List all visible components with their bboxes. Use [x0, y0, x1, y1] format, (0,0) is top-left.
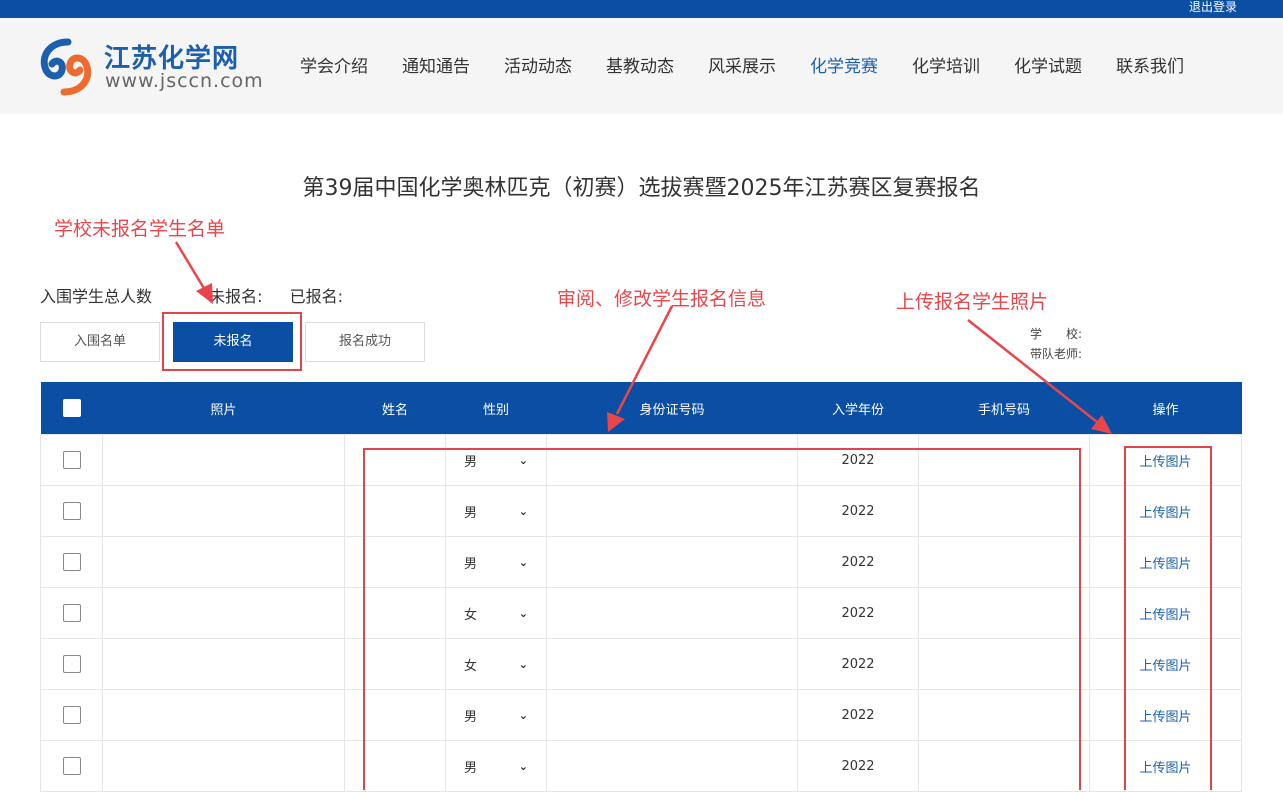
stats-bar: 入围学生总人数 未报名: 已报名: [40, 283, 365, 307]
nav-item-activities[interactable]: 活动动态 [504, 54, 572, 82]
nav-item-about[interactable]: 学会介绍 [300, 54, 368, 82]
site-logo[interactable]: 江苏化学网 www.jsccn.com [36, 38, 276, 98]
main-nav: 学会介绍 通知通告 活动动态 基教动态 风采展示 化学竞赛 化学培训 化学试题 … [300, 54, 1184, 82]
annotation-unregistered-list: 学校未报名学生名单 [54, 218, 226, 240]
highlight-box-unregistered-tab [162, 312, 302, 371]
photo-cell [102, 740, 345, 792]
page-title: 第39届中国化学奥林匹克（初赛）选拔赛暨2025年江苏赛区复赛报名 [302, 176, 981, 201]
table-header-row: 照片 姓名 性别 身份证号码 入学年份 手机号码 操作 [40, 382, 1242, 435]
photo-cell [102, 485, 345, 537]
nav-item-training[interactable]: 化学培训 [912, 54, 980, 82]
photo-cell [102, 434, 345, 486]
registered-count-label: 已报名: [289, 287, 344, 306]
teacher-label: 带队老师: [1030, 347, 1083, 361]
col-gender: 性别 [445, 382, 547, 435]
photo-cell [102, 587, 345, 639]
row-checkbox[interactable] [62, 757, 81, 775]
row-checkbox[interactable] [62, 604, 81, 622]
nav-item-contact[interactable]: 联系我们 [1116, 54, 1184, 82]
col-phone: 手机号码 [918, 382, 1090, 435]
row-checkbox[interactable] [62, 553, 81, 571]
col-action: 操作 [1089, 382, 1242, 435]
site-header: 江苏化学网 www.jsccn.com 学会介绍 通知通告 活动动态 基教动态 … [0, 18, 1283, 114]
total-count-label: 入围学生总人数 [40, 287, 153, 306]
col-name: 姓名 [344, 382, 446, 435]
photo-cell [102, 536, 345, 588]
unregistered-count-label: 未报名: [209, 287, 263, 306]
tab-shortlist[interactable]: 入围名单 [40, 322, 160, 362]
col-id-number: 身份证号码 [546, 382, 798, 435]
photo-cell [102, 689, 345, 741]
nav-item-exams[interactable]: 化学试题 [1014, 54, 1082, 82]
photo-cell [102, 638, 345, 690]
school-label: 学 校: [1030, 327, 1083, 341]
annotation-review-edit: 审阅、修改学生报名信息 [557, 288, 767, 310]
logout-link[interactable]: 退出登录 [1189, 0, 1237, 14]
select-all-checkbox[interactable] [62, 399, 81, 417]
row-checkbox[interactable] [62, 451, 81, 469]
col-enroll-year: 入学年份 [797, 382, 919, 435]
highlight-box-upload-column [1124, 446, 1212, 790]
school-info: 学 校: 带队老师: [1030, 324, 1082, 364]
col-photo: 照片 [102, 382, 345, 435]
annotation-upload-photo: 上传报名学生照片 [896, 291, 1049, 313]
row-checkbox[interactable] [62, 706, 81, 724]
top-bar: 退出登录 [0, 0, 1283, 18]
logo-swirl-icon [40, 38, 92, 96]
logo-url: www.jsccn.com [105, 70, 264, 92]
nav-item-showcase[interactable]: 风采展示 [708, 54, 776, 82]
row-checkbox[interactable] [62, 655, 81, 673]
row-checkbox[interactable] [62, 502, 81, 520]
nav-item-notices[interactable]: 通知通告 [402, 54, 470, 82]
nav-item-education[interactable]: 基教动态 [606, 54, 674, 82]
tab-registered[interactable]: 报名成功 [305, 322, 425, 362]
highlight-box-student-info [363, 448, 1081, 790]
nav-item-competition[interactable]: 化学竞赛 [810, 54, 878, 82]
